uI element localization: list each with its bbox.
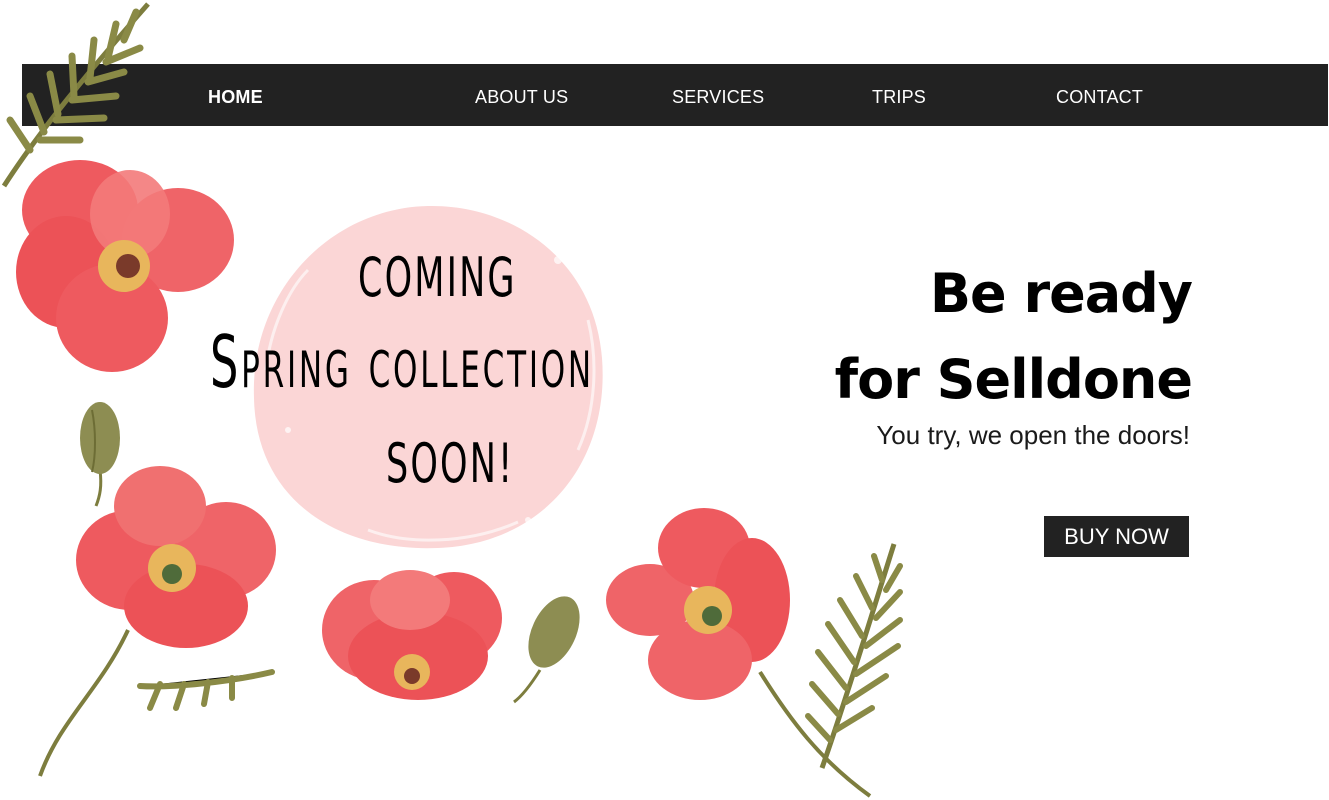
- poppy-flower-icon: [16, 160, 234, 372]
- poppy-flower-icon: [606, 508, 872, 798]
- poppy-bud-icon: [513, 596, 580, 704]
- poppy-bud-icon: [80, 402, 120, 507]
- fern-leaf-icon: [805, 543, 903, 769]
- poppy-illustrations: [1, 2, 903, 798]
- poppy-flower-icon: [38, 466, 276, 777]
- fern-leaf-icon: [1, 2, 150, 188]
- poppy-flower-icon: [322, 570, 502, 700]
